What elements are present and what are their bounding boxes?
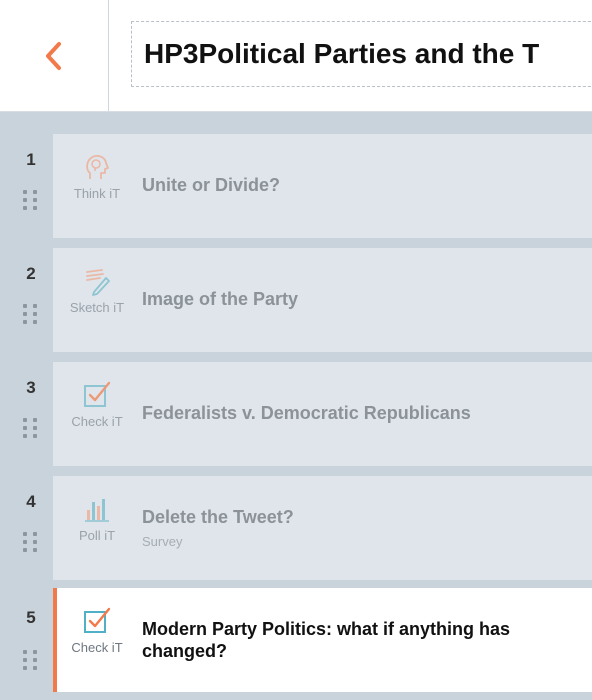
activity-title: Delete the Tweet? bbox=[142, 507, 294, 527]
activity-type-label: Sketch iT bbox=[69, 300, 125, 315]
activity-title: Unite or Divide? bbox=[142, 175, 281, 195]
activity-title: Image of the Party bbox=[142, 289, 299, 309]
activity-card-selected[interactable]: Check iT Modern Party Politics: what if … bbox=[53, 588, 592, 692]
activity-title: Federalists v. Democratic Republicans bbox=[142, 403, 471, 423]
checkbox-icon bbox=[84, 381, 111, 407]
drag-handle-icon[interactable] bbox=[23, 190, 39, 222]
activity-number: 1 bbox=[26, 150, 36, 169]
activity-list: 1 Think iT Unite or Divide? 2 Sketch iT … bbox=[0, 112, 592, 700]
activity-number: 2 bbox=[26, 264, 36, 283]
activity-type: Think iT bbox=[53, 152, 141, 201]
back-button[interactable] bbox=[0, 0, 109, 111]
activity-card[interactable]: Poll iT Delete the Tweet? Survey bbox=[53, 476, 592, 580]
head-lightbulb-icon bbox=[86, 155, 109, 179]
activity-type-label: Poll iT bbox=[78, 528, 116, 543]
lesson-title: HP3Political Parties and the T bbox=[144, 38, 540, 69]
drag-handle-icon[interactable] bbox=[23, 418, 39, 450]
activity-type-label: Check iT bbox=[71, 414, 123, 429]
activity-card[interactable]: Sketch iT Image of the Party bbox=[53, 248, 592, 352]
activity-number: 3 bbox=[26, 378, 36, 397]
activity-subtitle: Survey bbox=[142, 534, 183, 549]
activity-type-label: Think iT bbox=[73, 186, 121, 201]
pencil-sketch-icon bbox=[86, 269, 110, 296]
activity-type-label: Check iT bbox=[71, 640, 123, 655]
activity-type: Sketch iT bbox=[53, 266, 141, 315]
activity-row-selected: 5 Check iT Modern Party Politics: what i… bbox=[0, 588, 592, 694]
drag-handle-icon[interactable] bbox=[23, 650, 39, 682]
activity-number: 4 bbox=[26, 492, 36, 511]
lesson-title-field[interactable]: HP3Political Parties and the T bbox=[131, 21, 592, 87]
chevron-left-icon bbox=[46, 41, 61, 70]
activity-number: 5 bbox=[26, 608, 36, 627]
activity-type: Check iT bbox=[53, 606, 141, 655]
activity-card[interactable]: Think iT Unite or Divide? bbox=[53, 134, 592, 238]
activity-card[interactable]: Check iT Federalists v. Democratic Repub… bbox=[53, 362, 592, 466]
bar-chart-icon bbox=[85, 499, 109, 522]
drag-handle-icon[interactable] bbox=[23, 532, 39, 564]
checkbox-icon bbox=[84, 607, 111, 633]
activity-title: Modern Party Politics: what if anything … bbox=[142, 619, 511, 661]
activity-row: 2 Sketch iT Image of the Party bbox=[0, 248, 592, 354]
activity-row: 4 Poll iT Delete the Tweet? Survey bbox=[0, 476, 592, 582]
top-bar: HP3Political Parties and the T bbox=[0, 0, 592, 112]
activity-row: 3 Check iT Federalists v. Democratic Rep… bbox=[0, 362, 592, 468]
activity-type: Check iT bbox=[53, 380, 141, 429]
drag-handle-icon[interactable] bbox=[23, 304, 39, 336]
activity-type: Poll iT bbox=[53, 494, 141, 543]
activity-row: 1 Think iT Unite or Divide? bbox=[0, 134, 592, 240]
